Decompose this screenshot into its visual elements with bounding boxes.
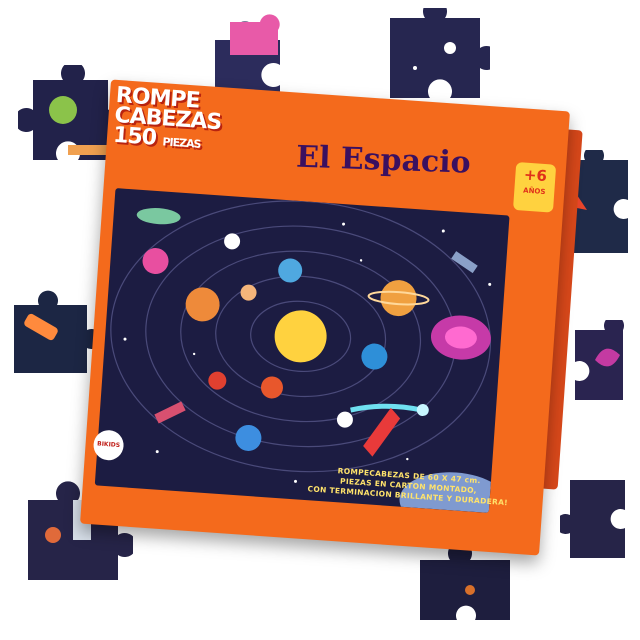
box-front: ROMPE CABEZAS 150 PIEZAS El Espacio +6 A… — [80, 79, 570, 556]
astronaut-icon — [336, 411, 353, 428]
puzzle-piece-icon — [560, 480, 625, 558]
puzzle-box: ROMPE CABEZAS 150 PIEZAS El Espacio +6 A… — [80, 79, 583, 556]
planet-icon — [278, 258, 303, 283]
satellite-icon — [154, 401, 186, 424]
planet-icon — [142, 248, 169, 275]
planet-icon — [235, 424, 262, 451]
planet-icon — [185, 287, 220, 322]
puzzle-piece-icon — [575, 320, 624, 400]
planet-icon — [240, 284, 257, 301]
planet-icon — [361, 343, 388, 370]
astronaut-icon — [224, 233, 241, 250]
rocket-icon — [363, 407, 401, 457]
sun-icon — [274, 310, 327, 363]
pieces-word: PIEZAS — [162, 135, 201, 151]
puzzle-piece-icon — [390, 8, 490, 98]
puzzle-piece-icon — [14, 290, 99, 373]
comet-icon — [350, 403, 422, 413]
brand-logo: ROMPE CABEZAS 150 PIEZAS — [112, 83, 276, 167]
satellite-icon — [451, 251, 478, 274]
puzzle-piece-icon — [420, 545, 510, 620]
planet-icon — [380, 280, 417, 317]
pieces-count: 150 — [112, 122, 157, 151]
product-photo: ROMPE CABEZAS 150 PIEZAS El Espacio +6 A… — [0, 0, 640, 640]
box-title: El Espacio — [295, 139, 472, 181]
planet-icon — [260, 376, 283, 399]
planet-icon — [208, 371, 227, 390]
alien-ufo-icon — [136, 208, 181, 225]
age-unit: AÑOS — [522, 186, 546, 197]
age-badge: +6 AÑOS — [512, 161, 557, 213]
